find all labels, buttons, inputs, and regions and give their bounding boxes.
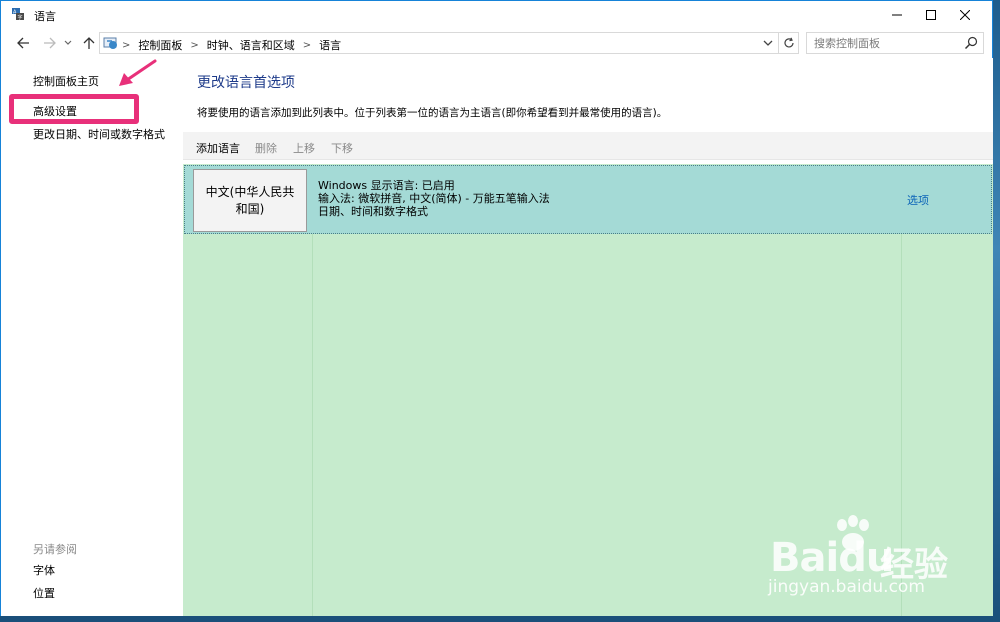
address-bar[interactable]: > 控制面板 > 时钟、语言和区域 > 语言 [99,32,779,54]
change-date-time-format-link[interactable]: 更改日期、时间或数字格式 [33,126,165,142]
control-panel-home-link[interactable]: 控制面板主页 [33,73,99,89]
date-time-format-label: 日期、时间和数字格式 [318,205,428,218]
breadcrumb: > 控制面板 > 时钟、语言和区域 > 语言 [122,37,341,53]
maximize-button[interactable] [914,1,948,28]
remove-button[interactable]: 删除 [255,140,277,156]
navigation-bar: > 控制面板 > 时钟、语言和区域 > 语言 [1,28,992,58]
page-title: 更改语言首选项 [197,75,295,91]
search-box[interactable] [806,32,984,54]
forward-arrow-icon [43,37,56,49]
chevron-down-icon [64,40,72,45]
breadcrumb-control-panel[interactable]: 控制面板 [138,37,182,53]
svg-text:字: 字 [18,14,23,21]
advanced-settings-link[interactable]: 高级设置 [33,103,77,119]
title-bar: A 字 语言 [1,1,992,28]
breadcrumb-separator[interactable]: > [303,40,311,51]
language-window: A 字 语言 > 控制面板 > 时钟、语言和区域 > 语言 搜索控制面板 控制面… [0,0,993,616]
window-title: 语言 [34,10,56,23]
refresh-icon [783,37,794,48]
display-language-status: Windows 显示语言: 已启用 [318,179,455,192]
move-up-button[interactable]: 上移 [293,140,315,156]
close-icon [960,9,970,20]
forward-button[interactable] [41,35,57,51]
desktop-background [992,0,1000,622]
language-row[interactable]: 中文(中华人民共和国) Windows 显示语言: 已启用 输入法: 微软拼音,… [184,165,992,234]
close-button[interactable] [948,1,982,28]
page-description: 将要使用的语言添加到此列表中。位于列表第一位的语言为主语言(即你希望看到并最常使… [197,107,668,119]
fonts-link[interactable]: 字体 [33,562,55,578]
search-icon[interactable] [964,36,978,50]
breadcrumb-clock-language-region[interactable]: 时钟、语言和区域 [207,37,295,53]
back-button[interactable] [15,35,31,51]
location-link[interactable]: 位置 [33,585,55,601]
main-content: 更改语言首选项 将要使用的语言添加到此列表中。位于列表第一位的语言为主语言(即你… [183,58,993,616]
language-name-button[interactable]: 中文(中华人民共和国) [193,169,307,232]
refresh-button[interactable] [779,32,799,54]
up-arrow-icon [83,36,95,49]
add-language-button[interactable]: 添加语言 [196,140,240,156]
breadcrumb-language[interactable]: 语言 [319,37,341,53]
up-button[interactable] [81,35,97,51]
language-list: 中文(中华人民共和国) Windows 显示语言: 已启用 输入法: 微软拼音,… [183,164,993,616]
language-toolbar: 添加语言 删除 上移 下移 [183,132,993,160]
language-details: Windows 显示语言: 已启用 输入法: 微软拼音, 中文(简体) - 万能… [318,179,550,218]
annotation-arrow [119,59,157,86]
left-navigation-pane: 控制面板主页 高级设置 更改日期、时间或数字格式 另请参阅 字体 位置 [1,58,183,616]
input-method-list: 输入法: 微软拼音, 中文(简体) - 万能五笔输入法 [318,192,550,205]
minimize-icon [892,14,902,15]
maximize-icon [926,9,936,20]
control-panel-icon [103,37,117,49]
search-input[interactable] [807,33,961,53]
address-dropdown-icon[interactable] [761,36,775,50]
minimize-button[interactable] [880,1,914,28]
see-also-heading: 另请参阅 [33,543,77,556]
recent-locations-button[interactable] [62,35,74,51]
language-app-icon: A 字 [12,8,24,21]
move-down-button[interactable]: 下移 [331,140,353,156]
back-arrow-icon [16,37,29,49]
breadcrumb-separator[interactable]: > [190,40,198,51]
language-options-link[interactable]: 选项 [907,192,929,208]
breadcrumb-separator: > [122,39,131,51]
